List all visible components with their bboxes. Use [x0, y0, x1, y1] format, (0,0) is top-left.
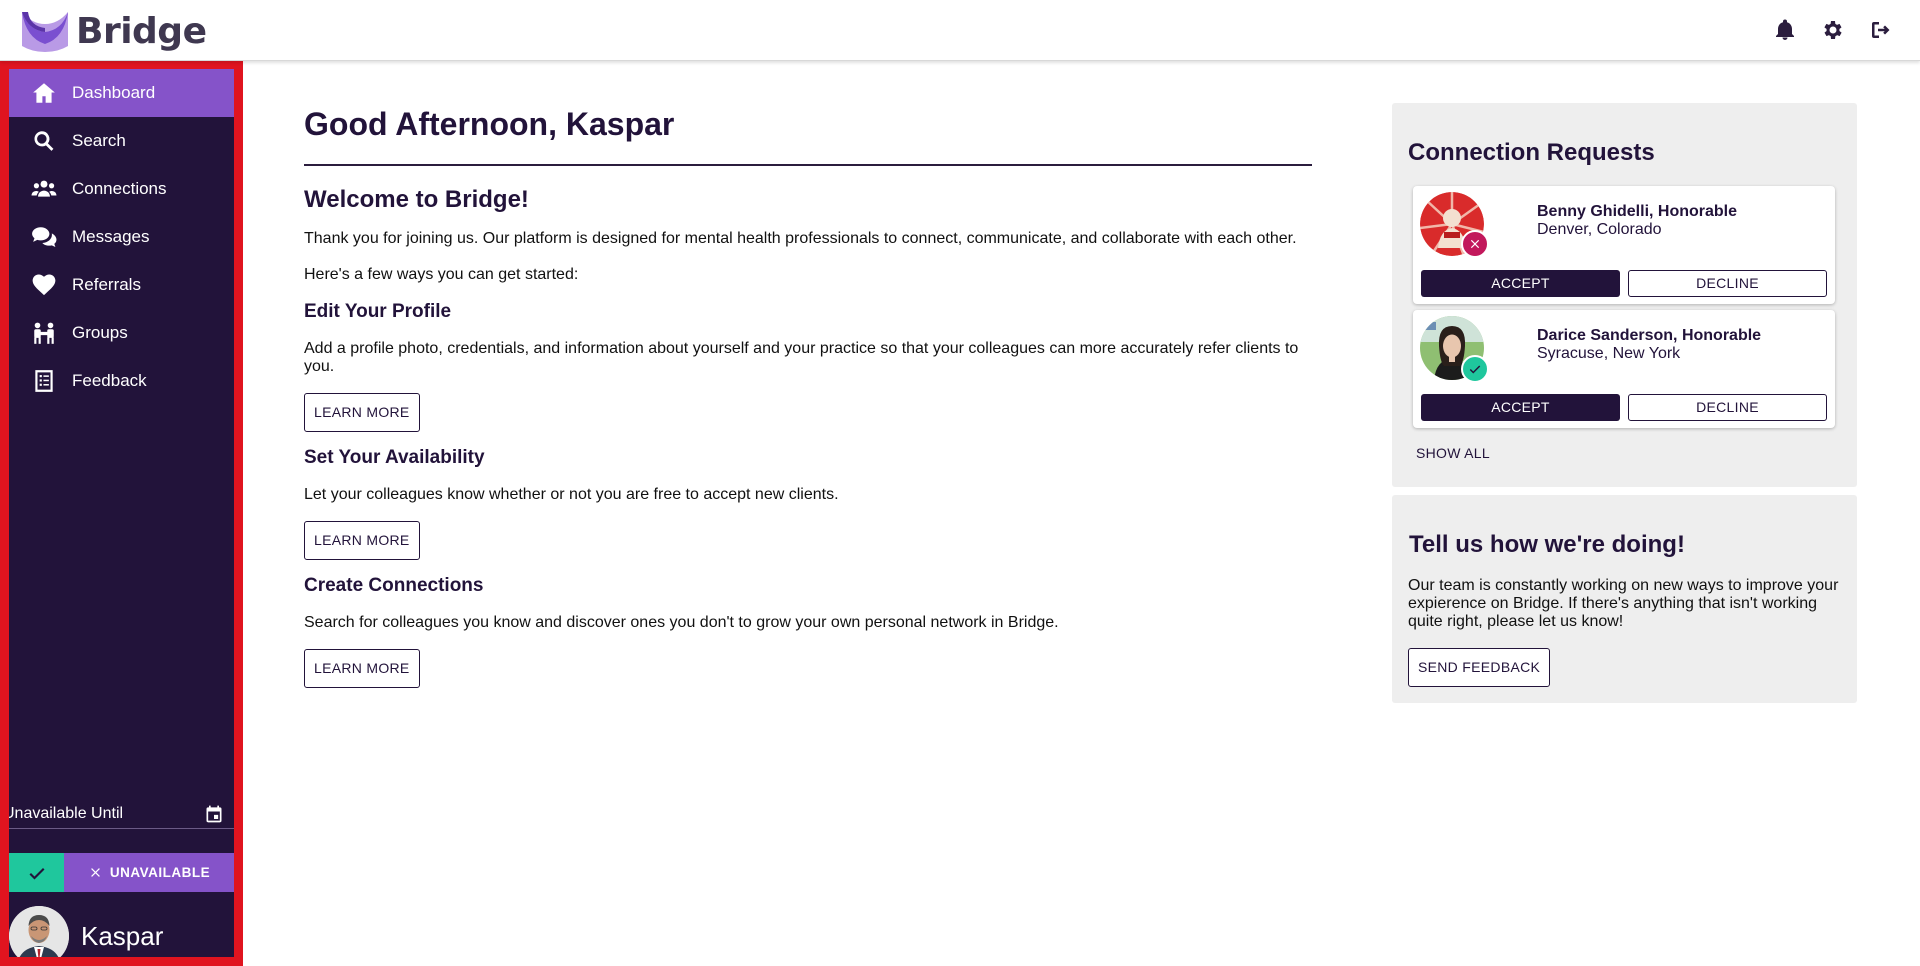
sidebar: Dashboard Search Connections Messages Re… — [0, 60, 243, 966]
users-icon — [30, 175, 58, 203]
main-content: Good Afternoon, Kaspar Welcome to Bridge… — [304, 106, 1312, 688]
bridge-logo-icon — [22, 12, 68, 52]
avatar — [9, 906, 69, 957]
bell-icon[interactable] — [1772, 16, 1798, 44]
section-text-edit-profile: Add a profile photo, credentials, and in… — [304, 340, 1299, 375]
accept-button[interactable]: ACCEPT — [1421, 270, 1620, 297]
learn-more-availability-button[interactable]: LEARN MORE — [304, 521, 420, 560]
ways-text: Here's a few ways you can get started: — [304, 266, 579, 283]
chat-icon — [30, 223, 58, 251]
feedback-text: Our team is constantly working on new wa… — [1408, 577, 1839, 630]
requester-location: Syracuse, New York — [1537, 345, 1681, 362]
app-name: Bridge — [76, 10, 207, 52]
gear-icon[interactable] — [1820, 16, 1846, 44]
section-title-availability: Set Your Availability — [304, 447, 485, 468]
show-all-link[interactable]: SHOW ALL — [1416, 445, 1490, 461]
close-icon — [91, 868, 100, 877]
sidebar-item-feedback[interactable]: Feedback — [9, 357, 234, 405]
connection-requests-title: Connection Requests — [1408, 139, 1655, 166]
request-card: Benny Ghidelli, Honorable Denver, Colora… — [1413, 186, 1835, 304]
logout-icon[interactable] — [1868, 16, 1894, 44]
sidebar-item-label: Connections — [72, 179, 167, 198]
send-feedback-button[interactable]: SEND FEEDBACK — [1408, 648, 1551, 687]
request-card: Darice Sanderson, Honorable Syracuse, Ne… — [1413, 310, 1835, 428]
section-title-connections: Create Connections — [304, 575, 484, 596]
sidebar-item-dashboard[interactable]: Dashboard — [9, 69, 234, 117]
feedback-panel: Tell us how we're doing! Our team is con… — [1392, 495, 1857, 703]
close-icon — [1470, 239, 1480, 249]
search-icon — [30, 127, 58, 155]
unavailable-until-field[interactable]: Unavailable Until — [9, 799, 234, 829]
requester-name[interactable]: Darice Sanderson, Honorable — [1537, 327, 1761, 345]
feedback-title: Tell us how we're doing! — [1409, 531, 1685, 558]
check-icon — [1469, 365, 1481, 374]
requester-location: Denver, Colorado — [1537, 221, 1662, 238]
learn-more-connections-button[interactable]: LEARN MORE — [304, 649, 420, 688]
top-bar: Bridge — [0, 0, 1920, 61]
decline-button[interactable]: DECLINE — [1628, 394, 1827, 421]
title-divider — [304, 164, 1312, 166]
heart-icon — [30, 271, 58, 299]
sidebar-item-groups[interactable]: Groups — [9, 309, 234, 357]
bridge-logo[interactable]: Bridge — [18, 6, 207, 56]
clipboard-icon — [30, 367, 58, 395]
section-text-availability: Let your colleagues know whether or not … — [304, 486, 839, 503]
intro-text: Thank you for joining us. Our platform i… — [304, 230, 1297, 247]
sidebar-item-messages[interactable]: Messages — [9, 213, 234, 261]
sidebar-nav: Dashboard Search Connections Messages Re… — [9, 69, 234, 405]
available-badge — [1461, 355, 1489, 383]
group-icon — [30, 319, 58, 347]
calendar-icon[interactable] — [202, 802, 226, 826]
sidebar-item-search[interactable]: Search — [9, 117, 234, 165]
section-title-edit-profile: Edit Your Profile — [304, 301, 452, 322]
sidebar-item-label: Feedback — [72, 371, 147, 390]
availability-toggle: UNAVAILABLE — [9, 853, 234, 892]
unavailable-until-label: Unavailable Until — [3, 804, 124, 822]
sidebar-item-label: Search — [72, 131, 126, 150]
sidebar-item-label: Dashboard — [72, 83, 156, 102]
section-text-connections: Search for colleagues you know and disco… — [304, 614, 1059, 631]
sidebar-item-referrals[interactable]: Referrals — [9, 261, 234, 309]
available-button[interactable] — [9, 853, 64, 892]
sidebar-item-connections[interactable]: Connections — [9, 165, 234, 213]
welcome-title: Welcome to Bridge! — [304, 186, 529, 213]
learn-more-profile-button[interactable]: LEARN MORE — [304, 393, 420, 432]
unavailable-button[interactable]: UNAVAILABLE — [64, 853, 234, 892]
check-icon — [29, 867, 44, 879]
home-icon — [30, 79, 58, 107]
unavailable-badge — [1461, 230, 1489, 258]
sidebar-item-label: Messages — [72, 227, 150, 246]
sidebar-item-label: Referrals — [72, 275, 141, 294]
accept-button[interactable]: ACCEPT — [1421, 394, 1620, 421]
page-title: Good Afternoon, Kaspar — [304, 106, 675, 142]
connection-requests-panel: Connection Requests Benny Ghidelli, Hono… — [1392, 103, 1857, 487]
user-name: Kaspar — [81, 920, 164, 951]
user-profile[interactable]: Kaspar — [9, 905, 234, 957]
sidebar-item-label: Groups — [72, 323, 128, 342]
unavailable-label: UNAVAILABLE — [109, 865, 211, 880]
requester-name[interactable]: Benny Ghidelli, Honorable — [1537, 203, 1737, 221]
decline-button[interactable]: DECLINE — [1628, 270, 1827, 297]
